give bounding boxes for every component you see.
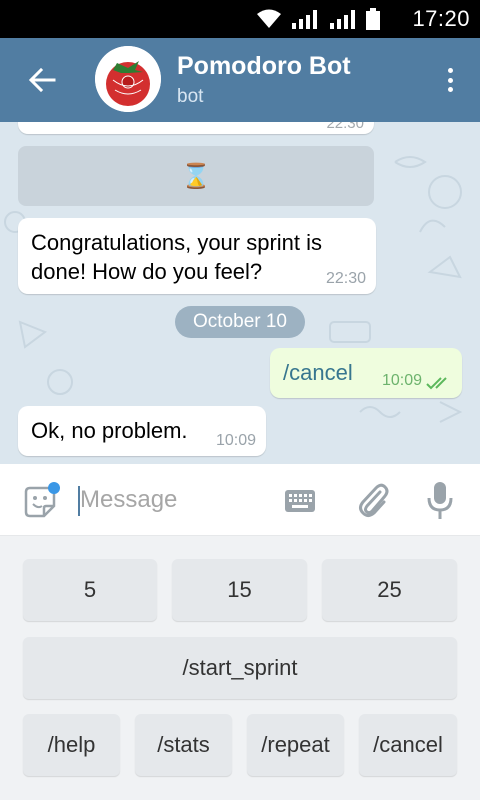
more-menu-button[interactable] — [438, 62, 462, 98]
chat-subtitle: bot — [177, 86, 204, 107]
message-time: 10:09 — [381, 372, 422, 389]
microphone-button[interactable] — [424, 480, 456, 522]
keyboard-icon — [285, 490, 315, 512]
battery-icon — [366, 8, 380, 30]
keyboard-button-stats[interactable]: /stats — [135, 714, 232, 776]
chat-title[interactable]: Pomodoro Bot — [177, 52, 351, 81]
message-text: /cancel — [283, 360, 353, 385]
wifi-icon — [257, 9, 281, 28]
hourglass-icon: ⌛ — [181, 162, 211, 190]
outgoing-message[interactable]: /cancel 10:09 — [270, 348, 462, 398]
message-time: 10:09 — [215, 432, 256, 449]
message-line: Congratulations, your sprint is — [31, 230, 323, 255]
microphone-icon — [427, 482, 453, 519]
sticker-icon — [24, 482, 60, 518]
double-check-icon — [426, 377, 447, 390]
message-bubble-partial[interactable]: 22:30 — [18, 122, 374, 134]
keyboard-toggle-button[interactable] — [284, 488, 316, 514]
keyboard-button-repeat[interactable]: /repeat — [247, 714, 344, 776]
attach-button[interactable] — [356, 480, 390, 520]
incoming-message[interactable]: Congratulations, your sprint is done! Ho… — [18, 218, 376, 294]
dot-icon — [447, 68, 453, 73]
message-line: done! How do you feel? — [31, 259, 263, 284]
bot-keyboard: 5 15 25 /start_sprint /help /stats /repe… — [0, 536, 480, 800]
message-text: Ok, no problem. — [31, 418, 188, 443]
dot-icon — [447, 77, 453, 83]
arrow-left-icon — [28, 68, 56, 92]
dot-icon — [447, 87, 453, 92]
back-button[interactable] — [22, 60, 62, 100]
status-icons — [256, 8, 380, 30]
message-text: Congratulations, your sprint is done! Ho… — [31, 228, 322, 286]
avatar[interactable] — [95, 46, 161, 112]
signal-icon-2 — [330, 10, 355, 29]
message-input-bar — [0, 464, 480, 536]
keyboard-button-help[interactable]: /help — [23, 714, 120, 776]
keyboard-button-5[interactable]: 5 — [23, 559, 157, 621]
paperclip-icon — [359, 483, 389, 517]
message-input[interactable] — [80, 480, 270, 520]
message-time: 22:30 — [325, 270, 366, 287]
keyboard-button-start-sprint[interactable]: /start_sprint — [23, 637, 457, 699]
status-bar: 17:20 — [0, 0, 480, 38]
tomato-timer-icon — [95, 46, 161, 112]
chat-header: Pomodoro Bot bot — [0, 38, 480, 122]
date-separator: October 10 — [175, 306, 305, 338]
keyboard-button-15[interactable]: 15 — [172, 559, 307, 621]
chat-area[interactable]: 22:30 ⌛ Congratulations, your sprint is … — [0, 122, 480, 464]
status-time: 17:20 — [412, 6, 470, 31]
message-time: 22:30 — [326, 122, 364, 132]
signal-icon — [292, 10, 317, 29]
hourglass-message[interactable]: ⌛ — [18, 146, 374, 206]
emoji-button[interactable] — [22, 482, 62, 522]
keyboard-button-25[interactable]: 25 — [322, 559, 457, 621]
incoming-message[interactable]: Ok, no problem. 10:09 — [18, 406, 266, 456]
keyboard-button-cancel[interactable]: /cancel — [359, 714, 457, 776]
